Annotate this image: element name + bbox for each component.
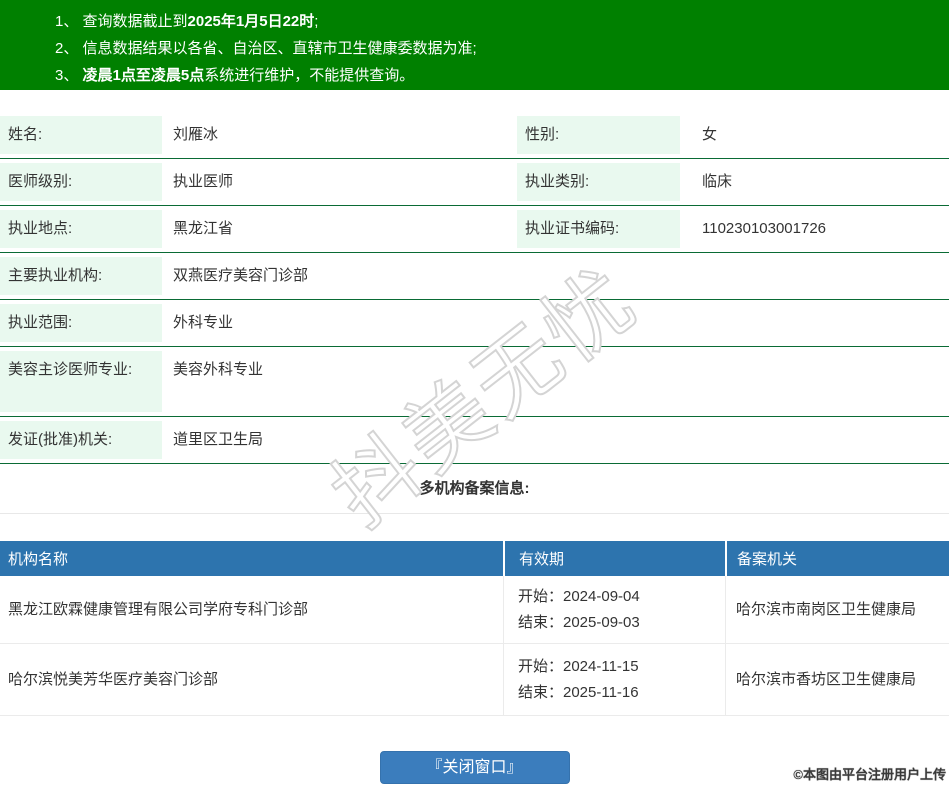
column-header-org-name: 机构名称 bbox=[8, 551, 69, 568]
validity-cell: 开始：2024-09-04 结束：2025-09-03 bbox=[503, 576, 725, 643]
table-row-location-certificate: 执业地点: 黑龙江省 执业证书编码: 110230103001726 bbox=[0, 206, 949, 253]
validity-end: 结束：2025-09-03 bbox=[518, 613, 640, 631]
validity-cell: 开始：2024-11-15 结束：2025-11-16 bbox=[503, 644, 725, 715]
field-value-practice-scope: 外科专业 bbox=[173, 314, 234, 331]
multi-org-section-title: 多机构备案信息: bbox=[0, 464, 949, 514]
table-row-cosmetic-specialty: 美容主诊医师专业: 美容外科专业 bbox=[0, 347, 949, 417]
field-value-main-institution: 双燕医疗美容门诊部 bbox=[173, 267, 309, 284]
notice-line-2: 2、 信息数据结果以各省、自治区、直辖市卫生健康委数据为准; bbox=[55, 35, 929, 62]
field-label-gender: 性别: bbox=[517, 116, 680, 154]
table-row: 黑龙江欧霖健康管理有限公司学府专科门诊部 开始：2024-09-04 结束：20… bbox=[0, 576, 949, 644]
notice-banner: 1、 查询数据截止到2025年1月5日22时; 2、 信息数据结果以各省、自治区… bbox=[0, 0, 949, 90]
notice-text: ; bbox=[314, 13, 319, 30]
field-label-practice-location: 执业地点: bbox=[0, 210, 162, 248]
field-value-certificate-number: 110230103001726 bbox=[702, 220, 827, 237]
validity-start: 开始：2024-09-04 bbox=[518, 587, 640, 605]
notice-line-1: 1、 查询数据截止到2025年1月5日22时; bbox=[55, 8, 929, 35]
notice-text: 系统进行维护，不能提供查询。 bbox=[204, 67, 415, 84]
filing-authority-cell: 哈尔滨市南岗区卫生健康局 bbox=[725, 576, 949, 643]
doctor-info-table: 姓名: 刘雁冰 性别: 女 医师级别: 执业医师 执业类别: 临床 执业地点: … bbox=[0, 112, 949, 464]
table-row-main-institution: 主要执业机构: 双燕医疗美容门诊部 bbox=[0, 253, 949, 300]
notice-text-bold: 凌晨1点至凌晨5点 bbox=[82, 67, 205, 84]
field-value-practice-category: 临床 bbox=[702, 173, 733, 190]
field-label-certificate-number: 执业证书编码: bbox=[517, 210, 680, 248]
field-label-practice-scope: 执业范围: bbox=[0, 304, 162, 342]
field-value-name: 刘雁冰 bbox=[173, 126, 219, 143]
notice-text: 1、 查询数据截止到 bbox=[55, 13, 188, 30]
field-label-doctor-level: 医师级别: bbox=[0, 163, 162, 201]
validity-start: 开始：2024-11-15 bbox=[518, 657, 639, 675]
notice-text: 3、 bbox=[55, 67, 83, 84]
multi-org-table: 机构名称 有效期 备案机关 黑龙江欧霖健康管理有限公司学府专科门诊部 开始：20… bbox=[0, 541, 949, 716]
field-label-cosmetic-specialty: 美容主诊医师专业: bbox=[0, 351, 162, 412]
field-value-cosmetic-specialty: 美容外科专业 bbox=[173, 361, 264, 378]
validity-end: 结束：2025-11-16 bbox=[518, 683, 639, 701]
notice-text-bold: 2025年1月5日22时 bbox=[187, 13, 315, 30]
filing-authority-cell: 哈尔滨市香坊区卫生健康局 bbox=[725, 644, 949, 715]
table-row-name-gender: 姓名: 刘雁冰 性别: 女 bbox=[0, 112, 949, 159]
table-row: 哈尔滨悦美芳华医疗美容门诊部 开始：2024-11-15 结束：2025-11-… bbox=[0, 644, 949, 716]
upload-credit-text: ©本图由平台注册用户上传 bbox=[793, 767, 946, 782]
column-header-validity: 有效期 bbox=[503, 541, 725, 576]
table-row-practice-scope: 执业范围: 外科专业 bbox=[0, 300, 949, 347]
field-value-practice-location: 黑龙江省 bbox=[173, 220, 234, 237]
field-value-issuing-authority: 道里区卫生局 bbox=[173, 431, 264, 448]
close-window-button[interactable]: 『关闭窗口』 bbox=[379, 751, 570, 784]
field-value-doctor-level: 执业医师 bbox=[173, 173, 234, 190]
field-label-issuing-authority: 发证(批准)机关: bbox=[0, 421, 162, 459]
table-row-level-category: 医师级别: 执业医师 执业类别: 临床 bbox=[0, 159, 949, 206]
field-label-practice-category: 执业类别: bbox=[517, 163, 680, 201]
multi-org-table-header: 机构名称 有效期 备案机关 bbox=[0, 541, 949, 576]
field-label-name: 姓名: bbox=[0, 116, 162, 154]
field-value-gender: 女 bbox=[702, 126, 718, 143]
org-name-cell: 黑龙江欧霖健康管理有限公司学府专科门诊部 bbox=[8, 600, 309, 618]
notice-text: 2、 信息数据结果以各省、自治区、直辖市卫生健康委数据为准; bbox=[55, 40, 477, 57]
table-row-issuing-authority: 发证(批准)机关: 道里区卫生局 bbox=[0, 417, 949, 464]
column-header-filing-authority: 备案机关 bbox=[725, 541, 949, 576]
field-label-main-institution: 主要执业机构: bbox=[0, 257, 162, 295]
notice-line-3: 3、 凌晨1点至凌晨5点系统进行维护，不能提供查询。 bbox=[55, 62, 929, 89]
org-name-cell: 哈尔滨悦美芳华医疗美容门诊部 bbox=[8, 670, 219, 688]
